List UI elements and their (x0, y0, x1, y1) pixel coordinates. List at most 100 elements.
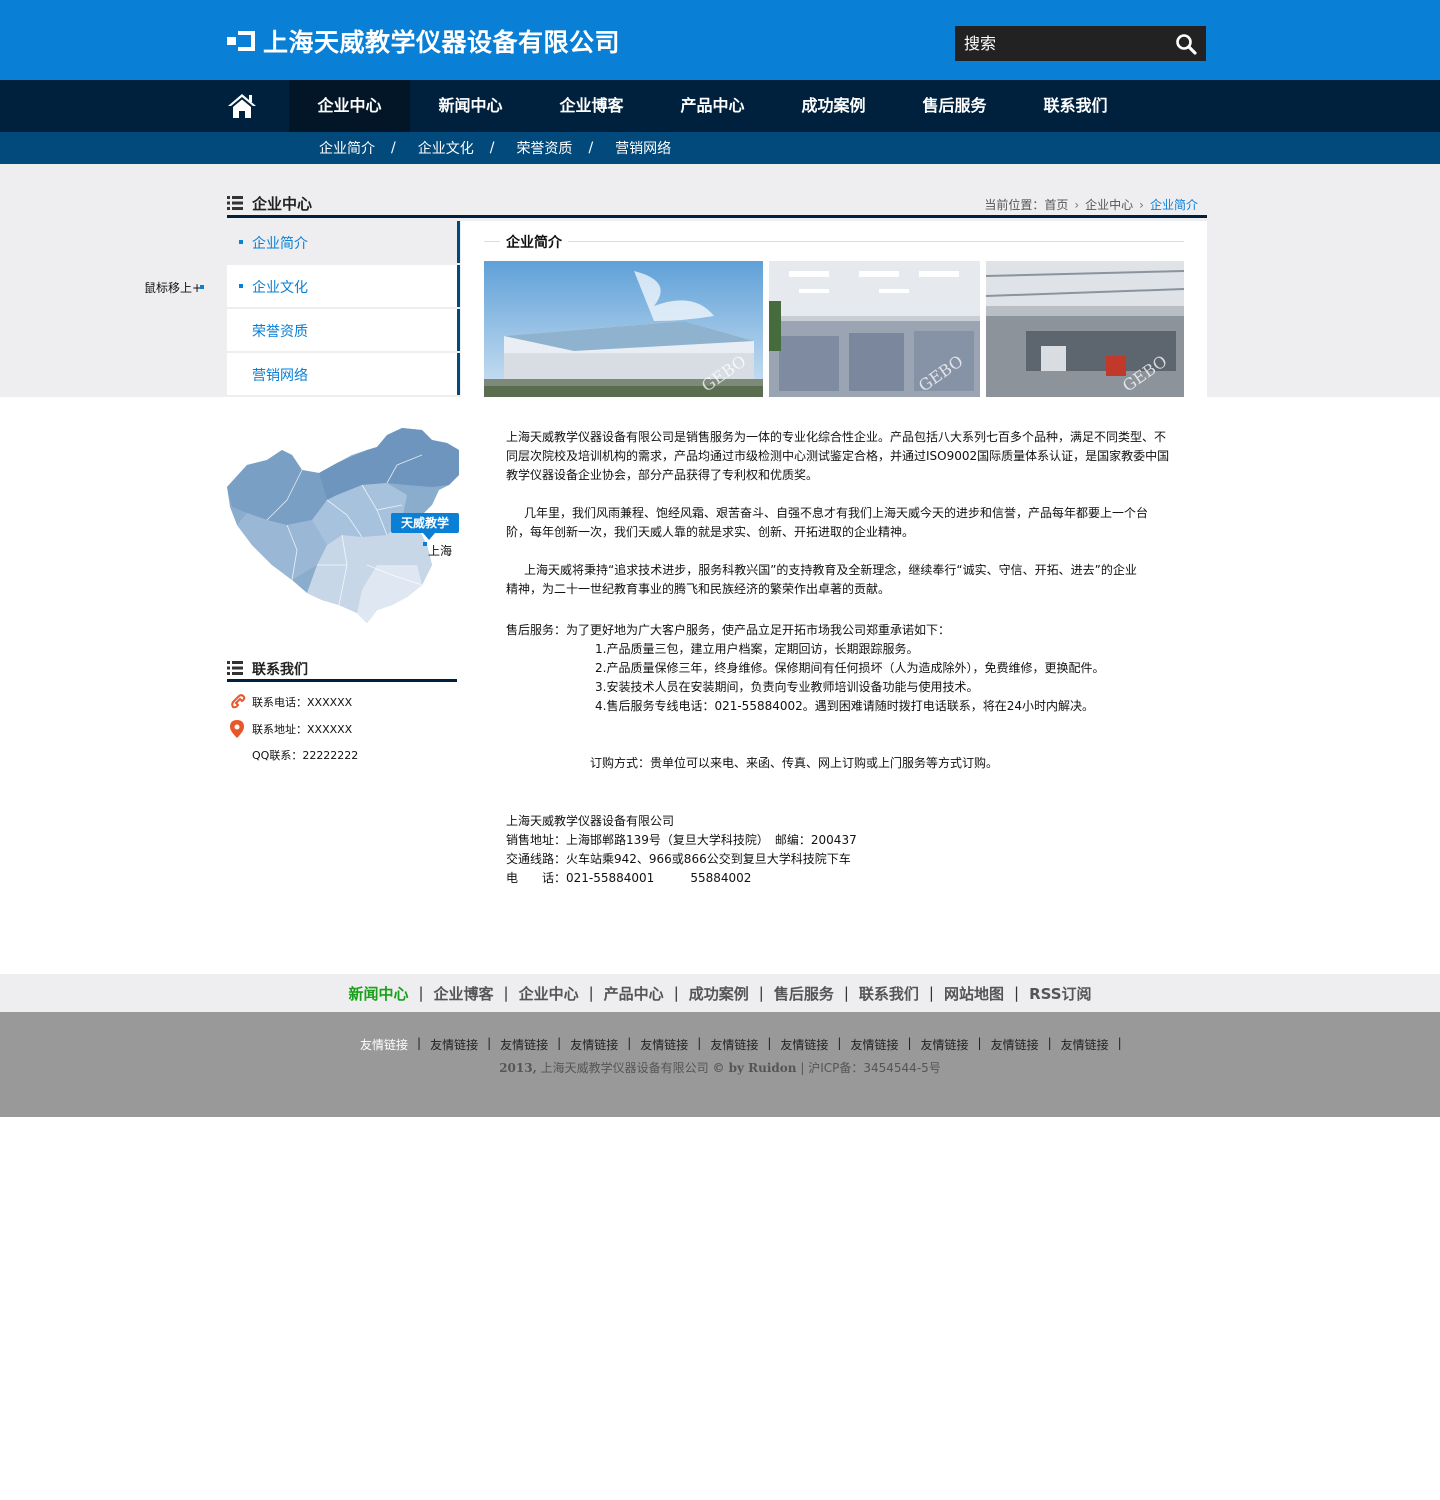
contact-phone: 联系电话：XXXXXX (252, 696, 353, 709)
copyright: 2013, 上海天威教学仪器设备有限公司 © by Ruidon | 沪ICP备… (499, 1061, 941, 1075)
nav-item-blog[interactable]: 企业博客 (531, 80, 652, 132)
contact-qq-row: QQ联系：22222222 (227, 747, 358, 763)
company-name: 上海天威教学仪器设备有限公司 (263, 28, 621, 57)
main-nav: 企业中心 新闻中心 企业博客 产品中心 成功案例 售后服务 联系我们 (0, 80, 1440, 132)
friend-link[interactable]: 友情链接 (710, 1036, 758, 1053)
nav-item-cases[interactable]: 成功案例 (773, 80, 894, 132)
side-item-intro[interactable]: 企业简介 (227, 221, 460, 263)
traffic-route: 交通线路：火车站乘942、966或866公交到复旦大学科技院下车 (506, 852, 851, 866)
side-item-culture[interactable]: 企业文化 (227, 265, 460, 307)
nav-item-enterprise[interactable]: 企业中心 (289, 80, 410, 132)
search-button[interactable] (1166, 26, 1206, 61)
article-line: 精神，为二十一世纪教育事业的腾飞和民族经济的繁荣作出卓著的贡献。 (506, 582, 891, 596)
friend-link[interactable]: 友情链接 (850, 1036, 898, 1053)
chevron-right-icon: › (1139, 197, 1144, 212)
factory-photo: GEBO (484, 261, 763, 397)
article-line: 几年里，我们风雨兼程、饱经风霜、艰苦奋斗、自强不息才有我们上海天威今天的进步和信… (524, 506, 1149, 520)
telephone-line: 电 话：021-55884001 55884002 (506, 871, 752, 885)
icp-number: 沪ICP备：3454544-5号 (808, 1061, 941, 1075)
search-icon (1176, 33, 1197, 55)
bullet-icon (239, 284, 243, 288)
sub-nav: 企业简介 / 企业文化 / 荣誉资质 / 营销网络 (0, 132, 1440, 164)
breadcrumb-home[interactable]: 首页 (1044, 196, 1068, 213)
friend-link[interactable]: 友情链接 (921, 1036, 969, 1053)
sales-address: 销售地址：上海邯郸路139号（复旦大学科技院） 邮编：200437 (506, 833, 857, 847)
friend-link[interactable]: 友情链接 (991, 1036, 1039, 1053)
side-item-label: 企业文化 (252, 280, 308, 296)
map-badge-pointer (423, 533, 435, 540)
chevron-right-icon: › (1074, 197, 1080, 212)
search-box (955, 26, 1206, 61)
article-line: 上海天威教学仪器设备有限公司是销售服务为一体的专业化综合性企业。产品包括八大系列… (506, 430, 1167, 444)
subnav-item-culture[interactable]: 企业文化 (418, 138, 474, 158)
side-item-label: 企业简介 (252, 236, 308, 252)
breadcrumb-enterprise[interactable]: 企业中心 (1085, 196, 1133, 213)
side-item-label: 营销网络 (252, 368, 308, 384)
footer-nav: 新闻中心 | 企业博客 | 企业中心 | 产品中心 | 成功案例 | 售后服务 | 联系我们… (0, 974, 1440, 1012)
contact-title: 联系我们 (252, 662, 308, 678)
location-pin-icon (230, 720, 244, 738)
breadcrumb: 当前位置： 首页 › 企业中心 › 企业简介 (984, 196, 1198, 213)
friend-link[interactable]: 友情链接 (780, 1036, 828, 1053)
subnav-separator: / (391, 140, 396, 156)
hover-hint-dot (200, 285, 204, 289)
friend-link[interactable]: 友情链接 (570, 1036, 618, 1053)
footer-link-enterprise[interactable]: 企业中心 (519, 983, 579, 1004)
footer-link-rss[interactable]: RSS订阅 (1029, 983, 1091, 1004)
service-item: 2.产品质量保修三年，终身维修。保修期间有任何损坏（人为造成除外），免费维修，更… (595, 661, 1105, 675)
footer-link-products[interactable]: 产品中心 (604, 983, 664, 1004)
nav-item-service[interactable]: 售后服务 (894, 80, 1015, 132)
list-icon (227, 661, 243, 675)
home-icon[interactable] (227, 92, 257, 120)
friend-link[interactable]: 友情链接 (640, 1036, 688, 1053)
map-city-label: 上海 (428, 544, 453, 558)
company-logo[interactable]: 上海天威教学仪器设备有限公司 (227, 26, 621, 57)
footer-link-blog[interactable]: 企业博客 (434, 983, 494, 1004)
contact-header: 联系我们 (227, 657, 457, 682)
article-body: 上海天威教学仪器设备有限公司是销售服务为一体的专业化综合性企业。产品包括八大系列… (506, 428, 1171, 888)
breadcrumb-prefix: 当前位置： (984, 198, 1045, 212)
office-photo: GEBO (769, 261, 980, 397)
footer-link-contact[interactable]: 联系我们 (859, 983, 919, 1004)
article-line: 上海天威将秉持“追求技术进步，服务科教兴国”的支持教育及全新理念，继续奉行“诚实… (524, 563, 1137, 577)
contact-qq: QQ联系：22222222 (252, 749, 359, 762)
content-title: 企业简介 (500, 232, 568, 252)
contact-address: 联系地址：XXXXXX (252, 723, 353, 736)
side-menu: 企业简介 企业文化 荣誉资质 营销网络 (227, 221, 460, 397)
service-intro: 售后服务：为了更好地为广大客户服务，使产品立足开拓市场我公司郑重承诺如下： (506, 623, 951, 637)
friend-link[interactable]: 友情链接 (430, 1036, 478, 1053)
side-item-label: 荣誉资质 (252, 324, 308, 340)
footer-link-service[interactable]: 售后服务 (774, 983, 834, 1004)
friend-link[interactable]: 友情链接 (1061, 1036, 1109, 1053)
footer-link-cases[interactable]: 成功案例 (689, 983, 749, 1004)
friend-link[interactable]: 友情链接 (500, 1036, 548, 1053)
footer-link-sitemap[interactable]: 网站地图 (944, 983, 1004, 1004)
footer-link-news[interactable]: 新闻中心 (348, 983, 408, 1004)
hover-hint: 鼠标移上+ (144, 281, 203, 295)
side-item-network[interactable]: 营销网络 (227, 353, 460, 395)
order-method: 订购方式：贵单位可以来电、来函、传真、网上订购或上门服务等方式订购。 (590, 756, 999, 770)
nav-item-news[interactable]: 新闻中心 (410, 80, 531, 132)
phone-icon (231, 694, 246, 709)
site-footer: 友情链接 | 友情链接 | 友情链接 | 友情链接 | 友情链接 | 友情链接 | 友情链接… (0, 1012, 1440, 1117)
friend-link[interactable]: 友情链接 (360, 1036, 408, 1053)
workshop-photo: GEBO (986, 261, 1184, 397)
service-item: 4.售后服务专线电话：021-55884002。遇到困难请随时拨打电话联系，将在… (595, 699, 1095, 713)
copyright-company: 上海天威教学仪器设备有限公司 (540, 1061, 709, 1075)
subnav-item-intro[interactable]: 企业简介 (319, 138, 375, 158)
contact-address-row: 联系地址：XXXXXX (227, 720, 352, 738)
section-title: 企业中心 (252, 195, 313, 213)
subnav-item-honors[interactable]: 荣誉资质 (516, 138, 572, 158)
bullet-icon (239, 240, 243, 244)
search-input[interactable] (955, 26, 1166, 61)
service-item: 3.安装技术人员在安装期间，负责向专业教师培训设备功能与使用技术。 (595, 680, 979, 694)
nav-item-products[interactable]: 产品中心 (652, 80, 773, 132)
subnav-item-network[interactable]: 营销网络 (615, 138, 671, 158)
copyright-by: © by Ruidon (712, 1061, 797, 1075)
map-marker-icon (423, 542, 427, 546)
nav-item-contact[interactable]: 联系我们 (1015, 80, 1136, 132)
site-header: 上海天威教学仪器设备有限公司 (0, 0, 1440, 80)
side-item-honors[interactable]: 荣誉资质 (227, 309, 460, 351)
breadcrumb-current[interactable]: 企业简介 (1150, 196, 1198, 213)
service-item: 1.产品质量三包，建立用户档案，定期回访，长期跟踪服务。 (595, 642, 919, 656)
